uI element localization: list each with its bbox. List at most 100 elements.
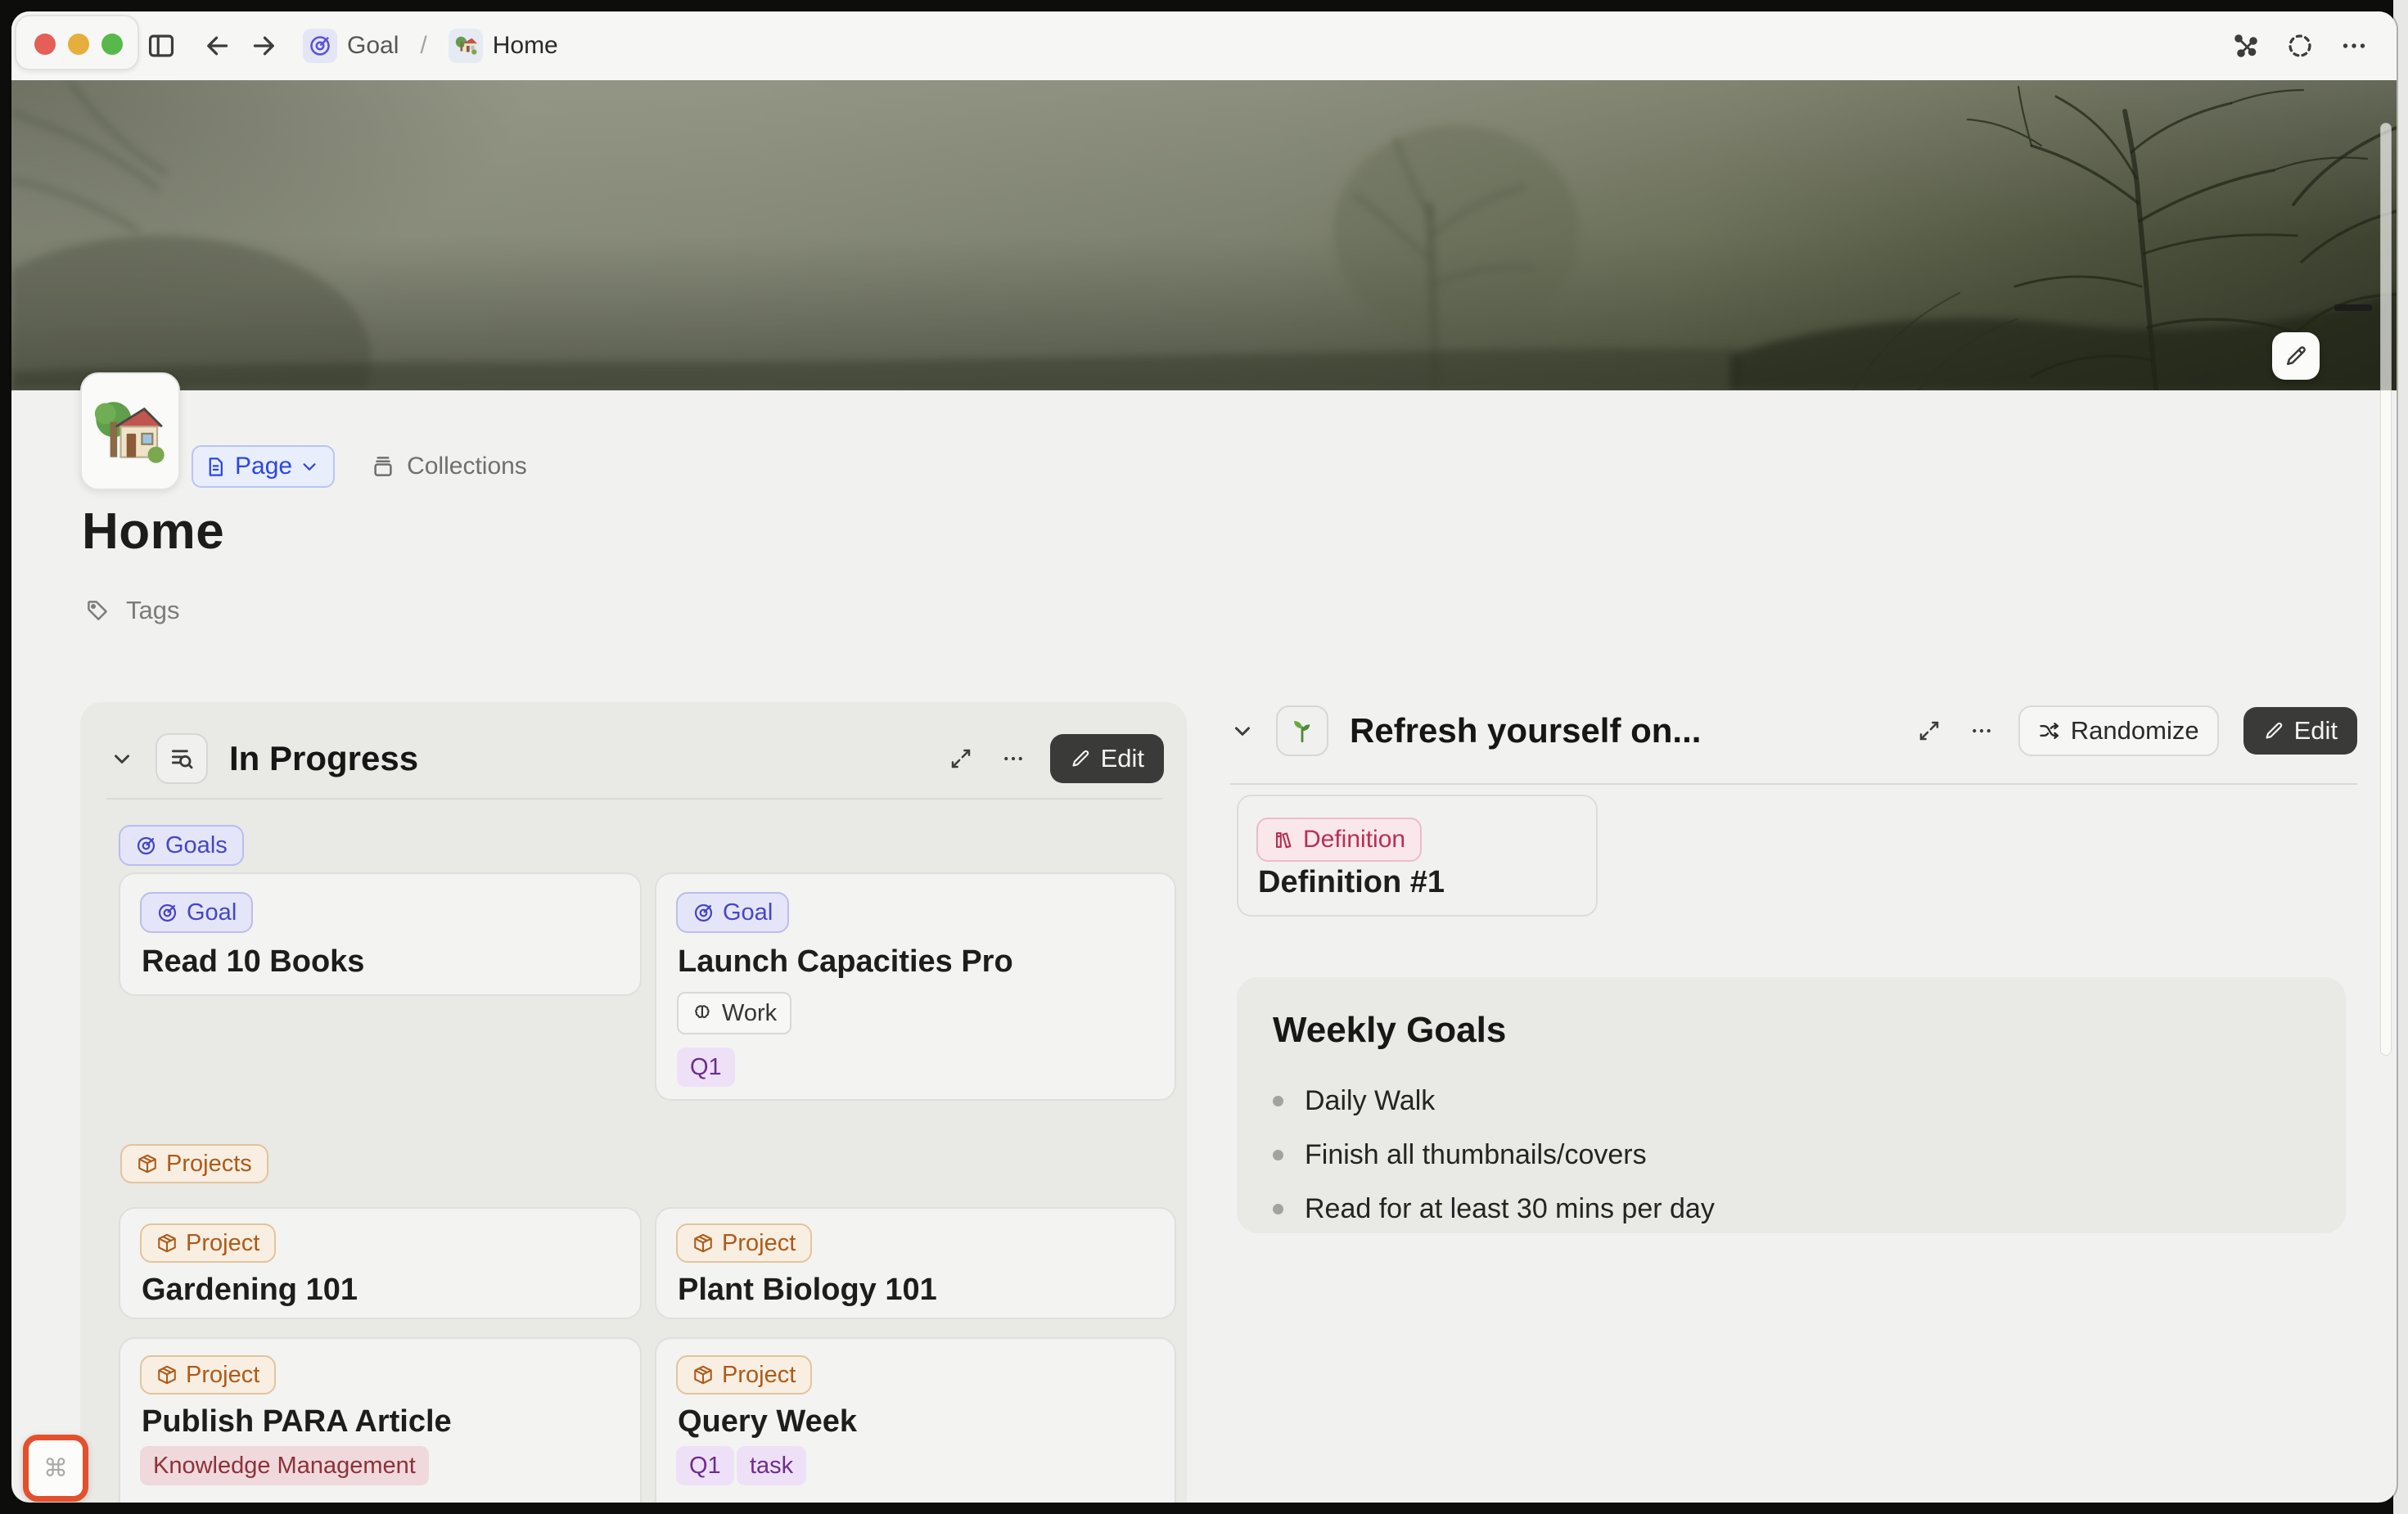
type-label: Project <box>722 1362 796 1389</box>
titlebar-left-group: Goal / Home <box>146 11 558 80</box>
refresh-title: Refresh yourself on... <box>1350 711 1701 750</box>
graph-view-icon[interactable] <box>2231 31 2261 61</box>
definition-title: Definition #1 <box>1258 865 1445 900</box>
goals-badge-label: Goals <box>165 832 228 859</box>
randomize-label: Randomize <box>2071 716 2199 746</box>
work-object-tag[interactable]: Work <box>677 992 791 1034</box>
collapse-chevron-icon[interactable] <box>1230 719 1255 743</box>
capacities-window: Goal / Home <box>11 11 2397 1503</box>
more-options-icon[interactable] <box>2339 31 2369 61</box>
breadcrumb-home-icon[interactable] <box>449 29 483 63</box>
goals-group-badge[interactable]: Goals <box>119 825 244 866</box>
project-type-badge: Project <box>676 1223 812 1263</box>
refresh-header-divider <box>1230 783 2357 785</box>
cover-edit-button[interactable] <box>2272 332 2320 380</box>
document-icon <box>205 456 227 478</box>
titlebar-right-group <box>2231 11 2369 80</box>
page-icon-house-emoji[interactable] <box>80 372 180 490</box>
knowledge-management-tag[interactable]: Knowledge Management <box>140 1446 429 1485</box>
project-card-plant-biology-101[interactable]: Project Plant Biology 101 <box>655 1207 1176 1319</box>
project-card-gardening-101[interactable]: Project Gardening 101 <box>119 1207 642 1319</box>
back-arrow-icon[interactable] <box>203 31 232 61</box>
type-label: Goal <box>187 899 237 926</box>
goal-target-icon <box>692 902 715 924</box>
forward-arrow-icon[interactable] <box>249 31 278 61</box>
q1-tag-label: Q1 <box>689 1453 721 1480</box>
definition-type-badge: Definition <box>1256 818 1422 862</box>
list-item: Finish all thumbnails/covers <box>1273 1128 1715 1182</box>
package-icon <box>156 1232 178 1254</box>
task-tag[interactable]: task <box>737 1446 806 1485</box>
cover-vignette <box>11 80 2397 390</box>
list-item-text: Daily Walk <box>1305 1085 1435 1117</box>
randomize-button[interactable]: Randomize <box>2018 705 2219 756</box>
traffic-light-housing <box>15 15 139 70</box>
edit-label: Edit <box>1101 744 1144 773</box>
goal-card-launch-capacities-pro[interactable]: Goal Launch Capacities Pro Work Q1 <box>655 872 1176 1101</box>
q1-tag[interactable]: Q1 <box>676 1446 734 1485</box>
minimize-button[interactable] <box>68 34 89 55</box>
project-card-publish-para-article[interactable]: Project Publish PARA Article Knowledge M… <box>119 1337 642 1503</box>
command-shortcut-button[interactable]: ⌘ <box>23 1435 88 1502</box>
page-title: Home <box>82 502 224 561</box>
close-button[interactable] <box>34 34 56 55</box>
card-title: Plant Biology 101 <box>678 1273 937 1308</box>
breadcrumb-current[interactable]: Home <box>493 32 558 60</box>
page-type-label: Page <box>235 453 292 480</box>
capture-dashed-circle-icon[interactable] <box>2285 31 2315 61</box>
seedling-icon[interactable] <box>1276 705 1328 756</box>
pencil-icon <box>2263 720 2284 741</box>
titlebar: Goal / Home <box>11 11 2397 82</box>
section-more-icon[interactable] <box>1001 746 1026 771</box>
projects-group-badge[interactable]: Projects <box>120 1144 268 1183</box>
definition-badge-label: Definition <box>1303 826 1405 854</box>
list-item-text: Finish all thumbnails/covers <box>1305 1139 1647 1171</box>
weekly-goals-title: Weekly Goals <box>1273 1010 1506 1051</box>
in-progress-header: In Progress Edit <box>110 732 1164 786</box>
type-label: Project <box>186 1230 259 1257</box>
books-icon <box>1273 829 1295 851</box>
cover-dark-dash <box>2334 304 2372 311</box>
section-in-progress: In Progress Edit Goals <box>80 702 1187 1503</box>
pencil-icon <box>1070 748 1091 769</box>
query-icon[interactable] <box>156 733 208 784</box>
zoom-button[interactable] <box>101 34 123 55</box>
refresh-edit-button[interactable]: Edit <box>2243 707 2357 755</box>
sidebar-toggle-icon[interactable] <box>146 30 177 61</box>
collections-label: Collections <box>407 453 527 480</box>
section-more-icon[interactable] <box>1969 719 1994 743</box>
cover-image <box>11 80 2397 390</box>
in-progress-edit-button[interactable]: Edit <box>1050 734 1164 783</box>
expand-icon[interactable] <box>949 746 973 771</box>
refresh-section-header: Refresh yourself on... Randomize Edit <box>1230 704 2357 758</box>
tags-row[interactable]: Tags <box>85 596 179 625</box>
package-icon <box>156 1364 178 1386</box>
goal-target-icon <box>135 835 157 857</box>
project-type-badge: Project <box>676 1355 812 1395</box>
breadcrumb-goal-icon[interactable] <box>303 29 337 63</box>
project-card-query-week[interactable]: Project Query Week Q1 task <box>655 1337 1176 1503</box>
goal-card-read-10-books[interactable]: Goal Read 10 Books <box>119 872 642 996</box>
scrollbar-thumb[interactable] <box>2380 123 2392 1056</box>
goal-type-badge: Goal <box>140 892 253 933</box>
list-item: Read for at least 30 mins per day <box>1273 1182 1715 1236</box>
collapse-chevron-icon[interactable] <box>110 746 134 771</box>
breadcrumb-parent[interactable]: Goal <box>347 32 399 60</box>
task-tag-label: task <box>750 1453 793 1480</box>
package-icon <box>692 1364 714 1386</box>
expand-icon[interactable] <box>1917 719 1941 743</box>
chevron-down-icon <box>300 457 318 475</box>
work-tag-label: Work <box>722 1000 777 1027</box>
project-type-badge: Project <box>140 1223 276 1263</box>
header-divider <box>106 798 1162 800</box>
command-key-icon: ⌘ <box>43 1454 68 1483</box>
card-title: Query Week <box>678 1404 857 1440</box>
collections-button[interactable]: Collections <box>371 453 527 480</box>
q1-tag[interactable]: Q1 <box>677 1048 735 1087</box>
page-type-row: Page Collections <box>192 447 527 486</box>
goal-target-icon <box>156 902 178 924</box>
list-item: Daily Walk <box>1273 1074 1715 1128</box>
definition-card[interactable]: Definition Definition #1 <box>1237 795 1598 917</box>
km-tag-label: Knowledge Management <box>153 1453 416 1480</box>
page-type-button[interactable]: Page <box>192 445 335 488</box>
